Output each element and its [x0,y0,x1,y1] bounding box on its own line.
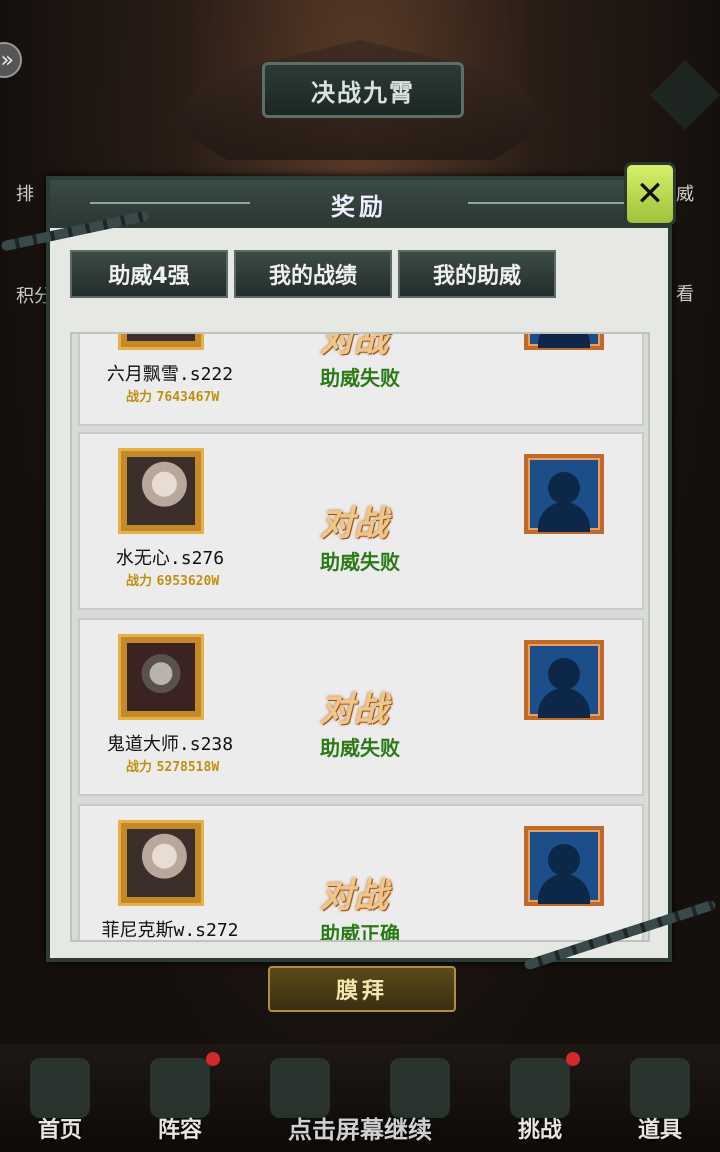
dialog-title: 奖励 [331,192,387,221]
continue-hint[interactable]: 点击屏幕继续 [0,1110,720,1145]
notification-dot [206,1052,220,1066]
tab-cheer-top4[interactable]: 助威4强 [70,250,228,298]
close-button[interactable]: ✕ [618,150,676,230]
notification-dot [566,1052,580,1066]
cheer-result: 助威失败 [320,550,400,574]
side-label-cheer[interactable]: 威 [676,180,694,206]
player-power: 战力 6953620W [126,574,220,589]
header-divider-right [468,202,628,204]
home-icon [30,1058,90,1118]
player-name: 鬼道大师.s238 [106,734,234,755]
header-divider-left [90,202,250,204]
player-power: 战力 5278518W [126,760,220,775]
tab-bar: 助威4强 我的战绩 我的助威 [70,250,556,298]
scroll-icon [510,1058,570,1118]
unknown-opponent-avatar [524,454,604,534]
record-card: 六月飘雪.s222 战力 7643467W 对战 助威失败 [78,332,644,426]
page-title: 决战九霄 [262,62,464,118]
player-avatar[interactable] [118,448,204,534]
player-name: 水无心.s276 [115,548,225,569]
vs-label: 对战 [320,876,388,916]
record-list[interactable]: 六月飘雪.s222 战力 7643467W 对战 助威失败 水无心.s276 战… [70,332,650,942]
record-card: 菲尼克斯w.s272 对战 助威正确 [78,804,644,942]
unknown-opponent-avatar [524,640,604,720]
cheer-result: 助威正确 [320,922,400,942]
vs-label: 对战 [320,332,388,360]
side-label-view[interactable]: 看 [676,280,694,306]
record-card: 水无心.s276 战力 6953620W 对战 助威失败 [78,432,644,610]
close-icon: ✕ [624,162,676,226]
cheer-result: 助威失败 [320,736,400,760]
sword-icon [270,1058,330,1118]
side-label-rank[interactable]: 排 [16,180,34,206]
vs-label: 对战 [320,504,388,544]
tab-my-cheer[interactable]: 我的助威 [398,250,556,298]
tab-my-record[interactable]: 我的战绩 [234,250,392,298]
unknown-opponent-avatar [524,334,604,350]
worship-button[interactable]: 膜拜 [268,966,456,1012]
player-avatar[interactable] [118,820,204,906]
player-name: 六月飘雪.s222 [106,364,234,385]
unknown-opponent-avatar [524,826,604,906]
crossed-swords-icon [390,1058,450,1118]
player-avatar[interactable] [118,334,204,350]
lineup-icon [150,1058,210,1118]
cheer-result: 助威失败 [320,366,400,390]
player-name: 菲尼克斯w.s272 [101,920,239,941]
record-card: 鬼道大师.s238 战力 5278518W 对战 助威失败 [78,618,644,796]
bag-icon [630,1058,690,1118]
reward-dialog: 奖励 助威4强 我的战绩 我的助威 六月飘雪.s222 战力 7643467W … [46,176,672,962]
player-power: 战力 7643467W [126,390,220,405]
vs-label: 对战 [320,690,388,730]
player-avatar[interactable] [118,634,204,720]
